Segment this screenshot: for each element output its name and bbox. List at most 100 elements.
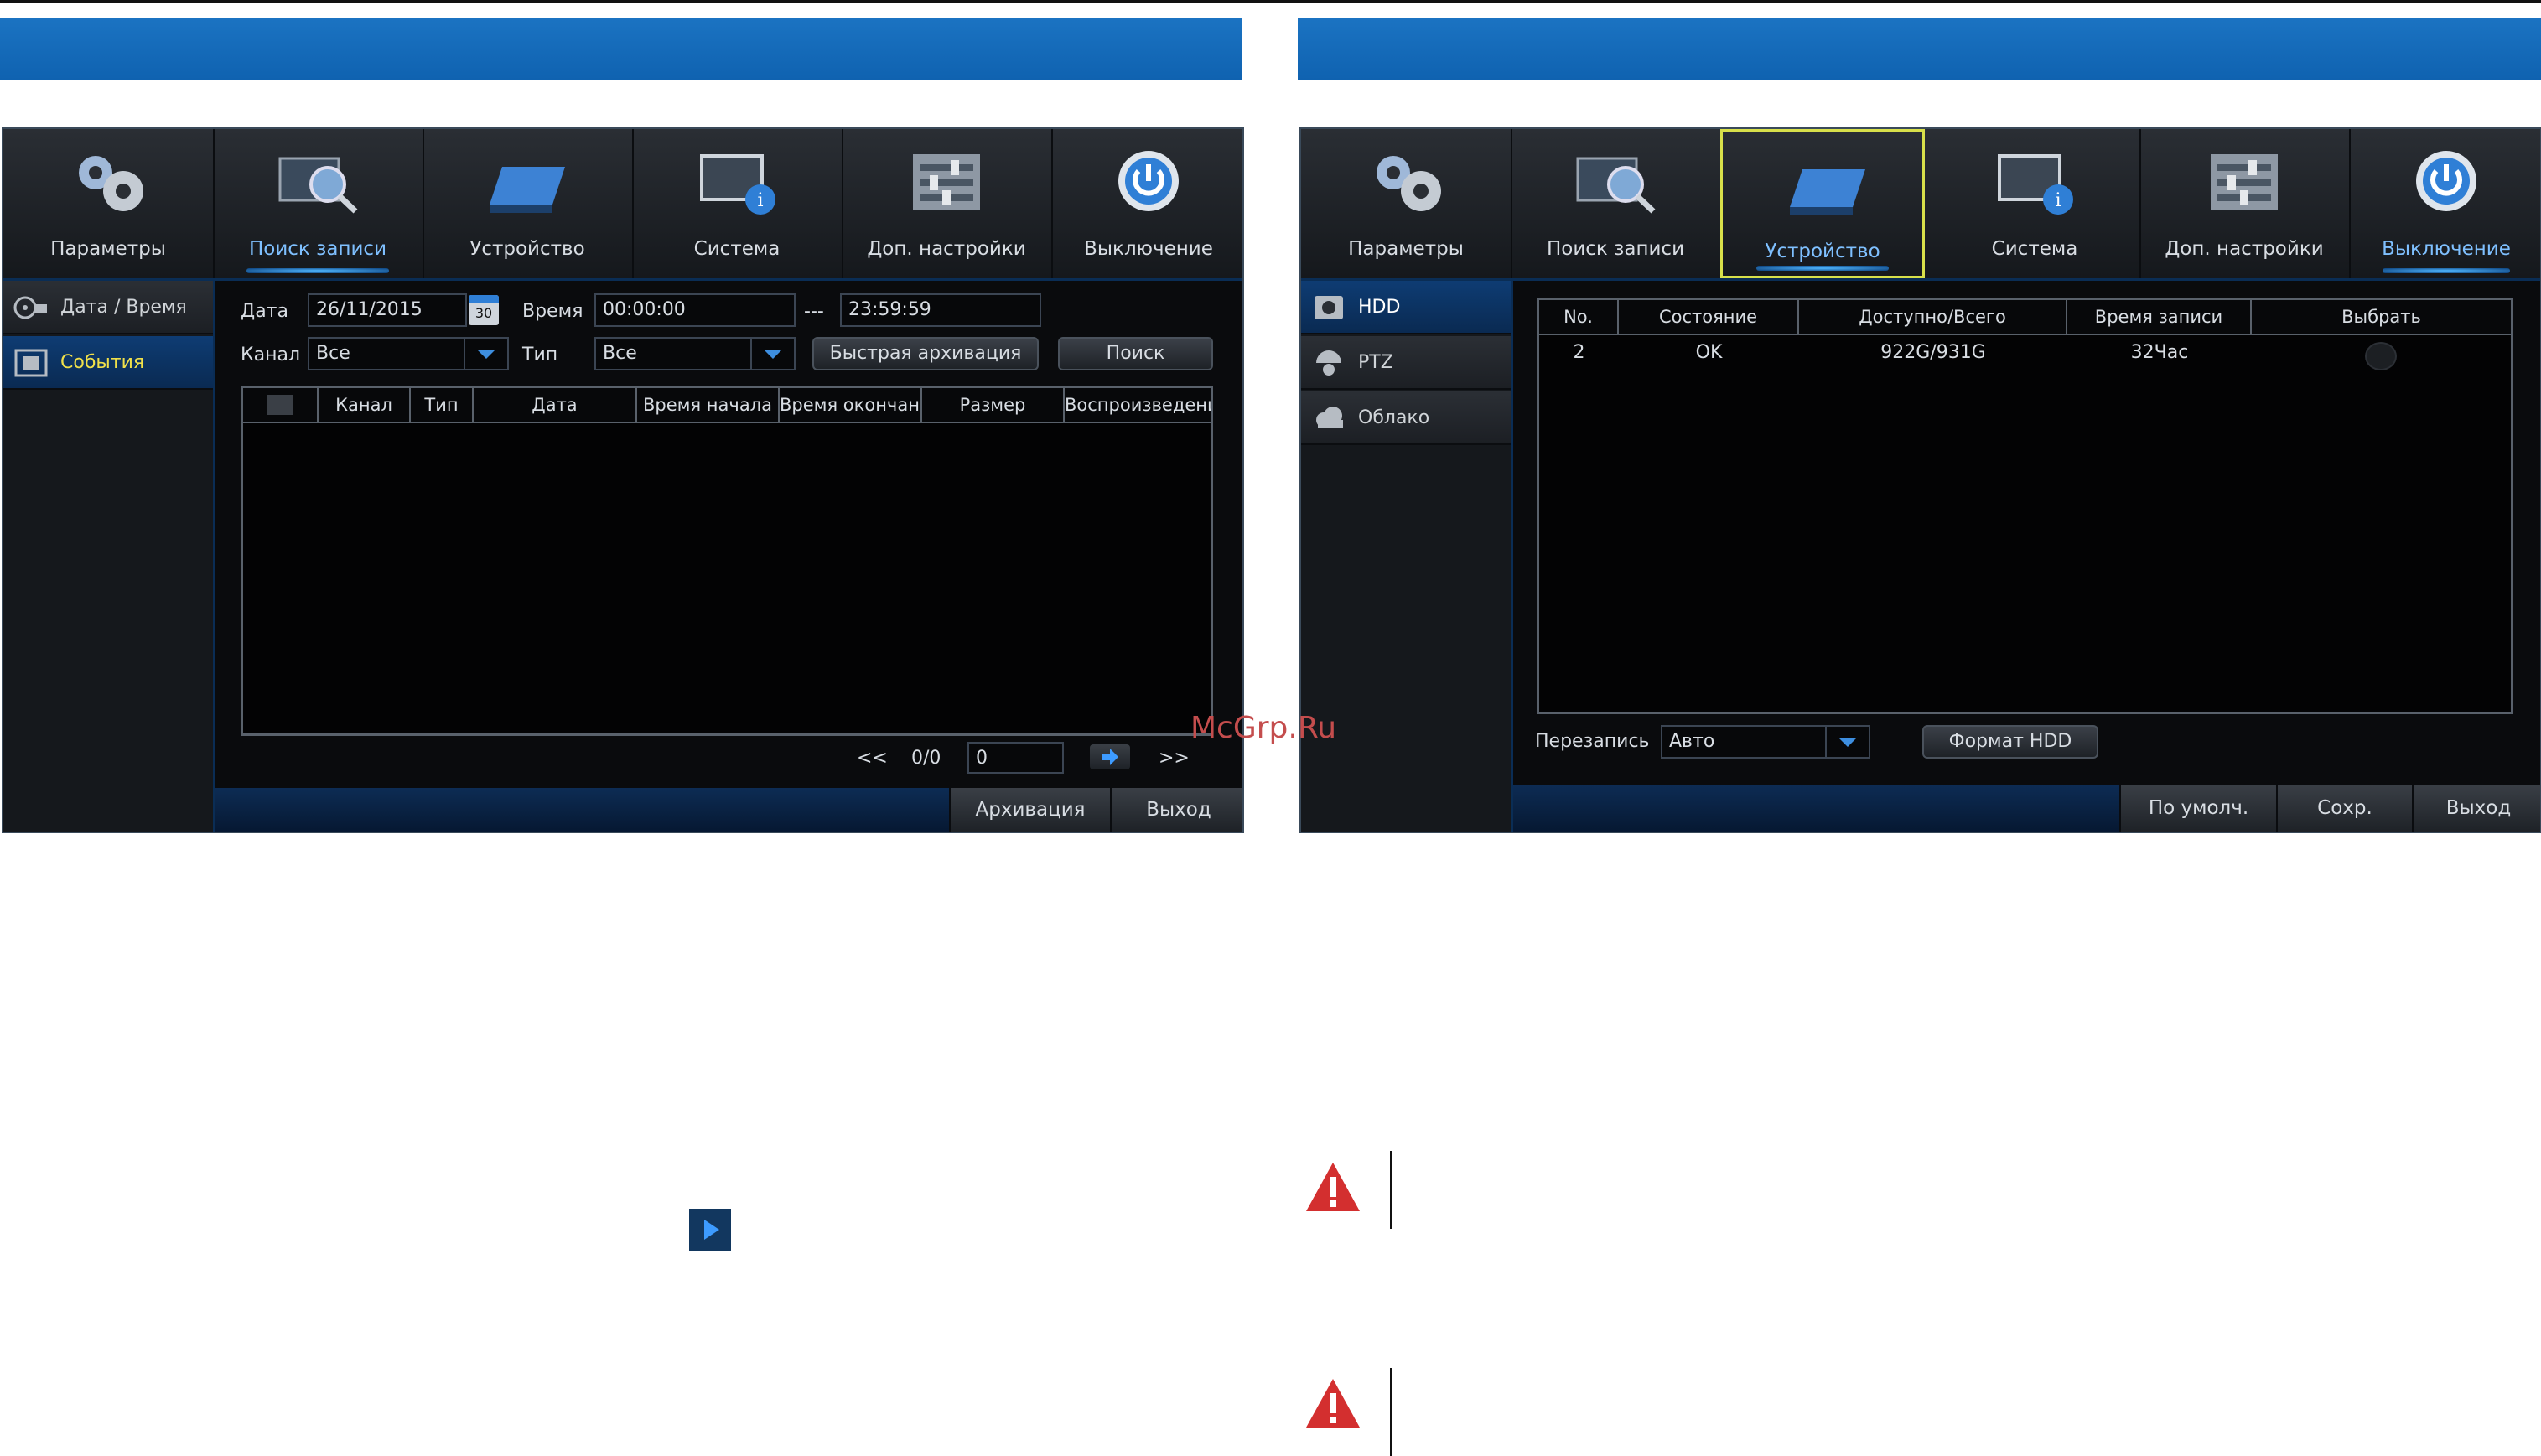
system-info-icon: i: [700, 154, 775, 215]
menu-record-search[interactable]: Поиск записи: [1511, 129, 1722, 278]
sliders-icon: [913, 154, 980, 210]
search-content: Дата 26/11/2015 30 Время 00:00:00 --- 23…: [215, 281, 1242, 832]
warning-icon: [1306, 1163, 1360, 1211]
column-select: Выбрать: [2341, 307, 2421, 327]
film-frame-icon: [14, 349, 48, 377]
menu-device[interactable]: Устройство: [423, 129, 634, 278]
column-type: Тип: [411, 388, 474, 422]
pager-counter: 0/0: [911, 748, 941, 769]
select-radio[interactable]: [2365, 342, 2397, 370]
search-button[interactable]: Поиск: [1058, 337, 1213, 370]
menu-label: Поиск записи: [1546, 238, 1685, 260]
select-all-checkbox-column[interactable]: [243, 388, 319, 422]
cell-space: 922G/931G: [1880, 342, 1986, 363]
menu-label: Выключение: [2382, 238, 2511, 260]
system-info-icon: i: [1998, 154, 2073, 215]
exit-button[interactable]: Выход: [1110, 788, 1242, 832]
go-page-button[interactable]: [1090, 744, 1130, 769]
column-size: Размер: [922, 388, 1065, 422]
sidebar-item-date-time[interactable]: Дата / Время: [3, 281, 213, 334]
note-divider: [1390, 1368, 1392, 1456]
time-separator: ---: [804, 301, 824, 322]
film-reel-icon: [13, 296, 47, 319]
hdd-device-icon: [490, 167, 565, 213]
pager-prev[interactable]: <<: [857, 748, 888, 769]
quick-backup-button[interactable]: Быстрая архивация: [812, 337, 1039, 370]
date-field[interactable]: 26/11/2015: [308, 293, 467, 327]
menu-shutdown[interactable]: Выключение: [2349, 129, 2540, 278]
ptz-camera-icon: [1316, 350, 1341, 376]
menu-advanced-settings[interactable]: Доп. настройки: [2139, 129, 2351, 278]
menu-label: Выключение: [1084, 238, 1213, 260]
menu-label: Параметры: [50, 238, 166, 260]
format-hdd-button[interactable]: Формат HDD: [1922, 725, 2098, 759]
calendar-day: 30: [474, 305, 493, 321]
menu-shutdown[interactable]: Выключение: [1051, 129, 1242, 278]
hdd-device-icon: [1790, 169, 1865, 215]
note-divider: [1390, 1151, 1392, 1229]
cell-state: OK: [1695, 342, 1723, 363]
sidebar-item-events[interactable]: События: [3, 336, 213, 390]
time-from-field[interactable]: 00:00:00: [594, 293, 796, 327]
page-number-input[interactable]: 0: [967, 742, 1064, 774]
overwrite-select[interactable]: Авто: [1661, 725, 1870, 759]
default-button[interactable]: По умолч.: [2119, 785, 2276, 832]
svg-text:i: i: [757, 190, 763, 211]
main-menu-bar: Параметры Поиск записи Устройство i Сист…: [1301, 129, 2540, 281]
record-table: Канал Тип Дата Время начала Время оконча…: [241, 386, 1213, 736]
column-record-time: Время записи: [2067, 300, 2252, 334]
search-record-icon: [278, 157, 358, 214]
menu-system[interactable]: i Система: [632, 129, 843, 278]
menu-label: Система: [1991, 238, 2078, 260]
menu-device[interactable]: Устройство: [1720, 129, 1925, 278]
column-state: Состояние: [1619, 300, 1799, 334]
search-record-icon: [1576, 157, 1656, 214]
chevron-down-icon[interactable]: [1825, 727, 1869, 757]
bottom-bar: Архивация Выход: [215, 788, 1242, 832]
sidebar-item-hdd[interactable]: HDD: [1301, 281, 1511, 334]
warning-icon: [1306, 1379, 1360, 1428]
left-section-banner: [0, 18, 1242, 80]
cloud-icon: [1316, 407, 1343, 428]
chevron-down-icon[interactable]: [750, 339, 794, 369]
column-end-time: Время окончания: [780, 388, 922, 422]
right-section-banner: [1298, 18, 2541, 80]
select-all-checkbox[interactable]: [267, 395, 293, 415]
hdd-table-header: No. Состояние Доступно/Всего Время запис…: [1539, 300, 2511, 335]
menu-label: Устройство: [1765, 241, 1880, 262]
menu-advanced-settings[interactable]: Доп. настройки: [842, 129, 1053, 278]
sidebar-item-ptz[interactable]: PTZ: [1301, 336, 1511, 390]
exit-button[interactable]: Выход: [2412, 785, 2540, 832]
calendar-icon[interactable]: 30: [469, 295, 499, 325]
channel-label: Канал: [241, 345, 301, 365]
pager-next[interactable]: >>: [1159, 748, 1190, 769]
gears-icon: [79, 156, 143, 211]
menu-parameters[interactable]: Параметры: [1301, 129, 1512, 278]
sidebar: Дата / Время События: [3, 281, 215, 832]
column-channel: Канал: [319, 388, 411, 422]
menu-record-search[interactable]: Поиск записи: [213, 129, 424, 278]
menu-system[interactable]: i Система: [1930, 129, 2141, 278]
gears-icon: [1377, 156, 1441, 211]
hdd-icon: [1315, 296, 1343, 319]
bottom-bar: По умолч. Сохр. Выход: [1513, 785, 2540, 832]
channel-select[interactable]: Все: [308, 337, 509, 370]
column-date: Дата: [474, 388, 637, 422]
sidebar: HDD PTZ Облако: [1301, 281, 1513, 832]
type-select[interactable]: Все: [594, 337, 796, 370]
save-button[interactable]: Сохр.: [2276, 785, 2412, 832]
table-row[interactable]: 2 OK 922G/931G 32Час: [1539, 337, 2511, 370]
menu-label: Доп. настройки: [867, 238, 1026, 260]
date-label: Дата: [241, 301, 288, 322]
menu-parameters[interactable]: Параметры: [3, 129, 215, 278]
chevron-down-icon[interactable]: [464, 339, 507, 369]
page-top-rule: [0, 0, 2541, 3]
main-menu-bar: Параметры Поиск записи Устройство i Сист…: [3, 129, 1242, 281]
backup-button[interactable]: Архивация: [949, 788, 1110, 832]
sidebar-item-cloud[interactable]: Облако: [1301, 391, 1511, 445]
power-icon: [2416, 151, 2476, 211]
column-start-time: Время начала: [637, 388, 780, 422]
column-space: Доступно/Всего: [1799, 300, 2067, 334]
time-to-field[interactable]: 23:59:59: [840, 293, 1041, 327]
sidebar-item-label: Дата / Время: [60, 297, 187, 318]
